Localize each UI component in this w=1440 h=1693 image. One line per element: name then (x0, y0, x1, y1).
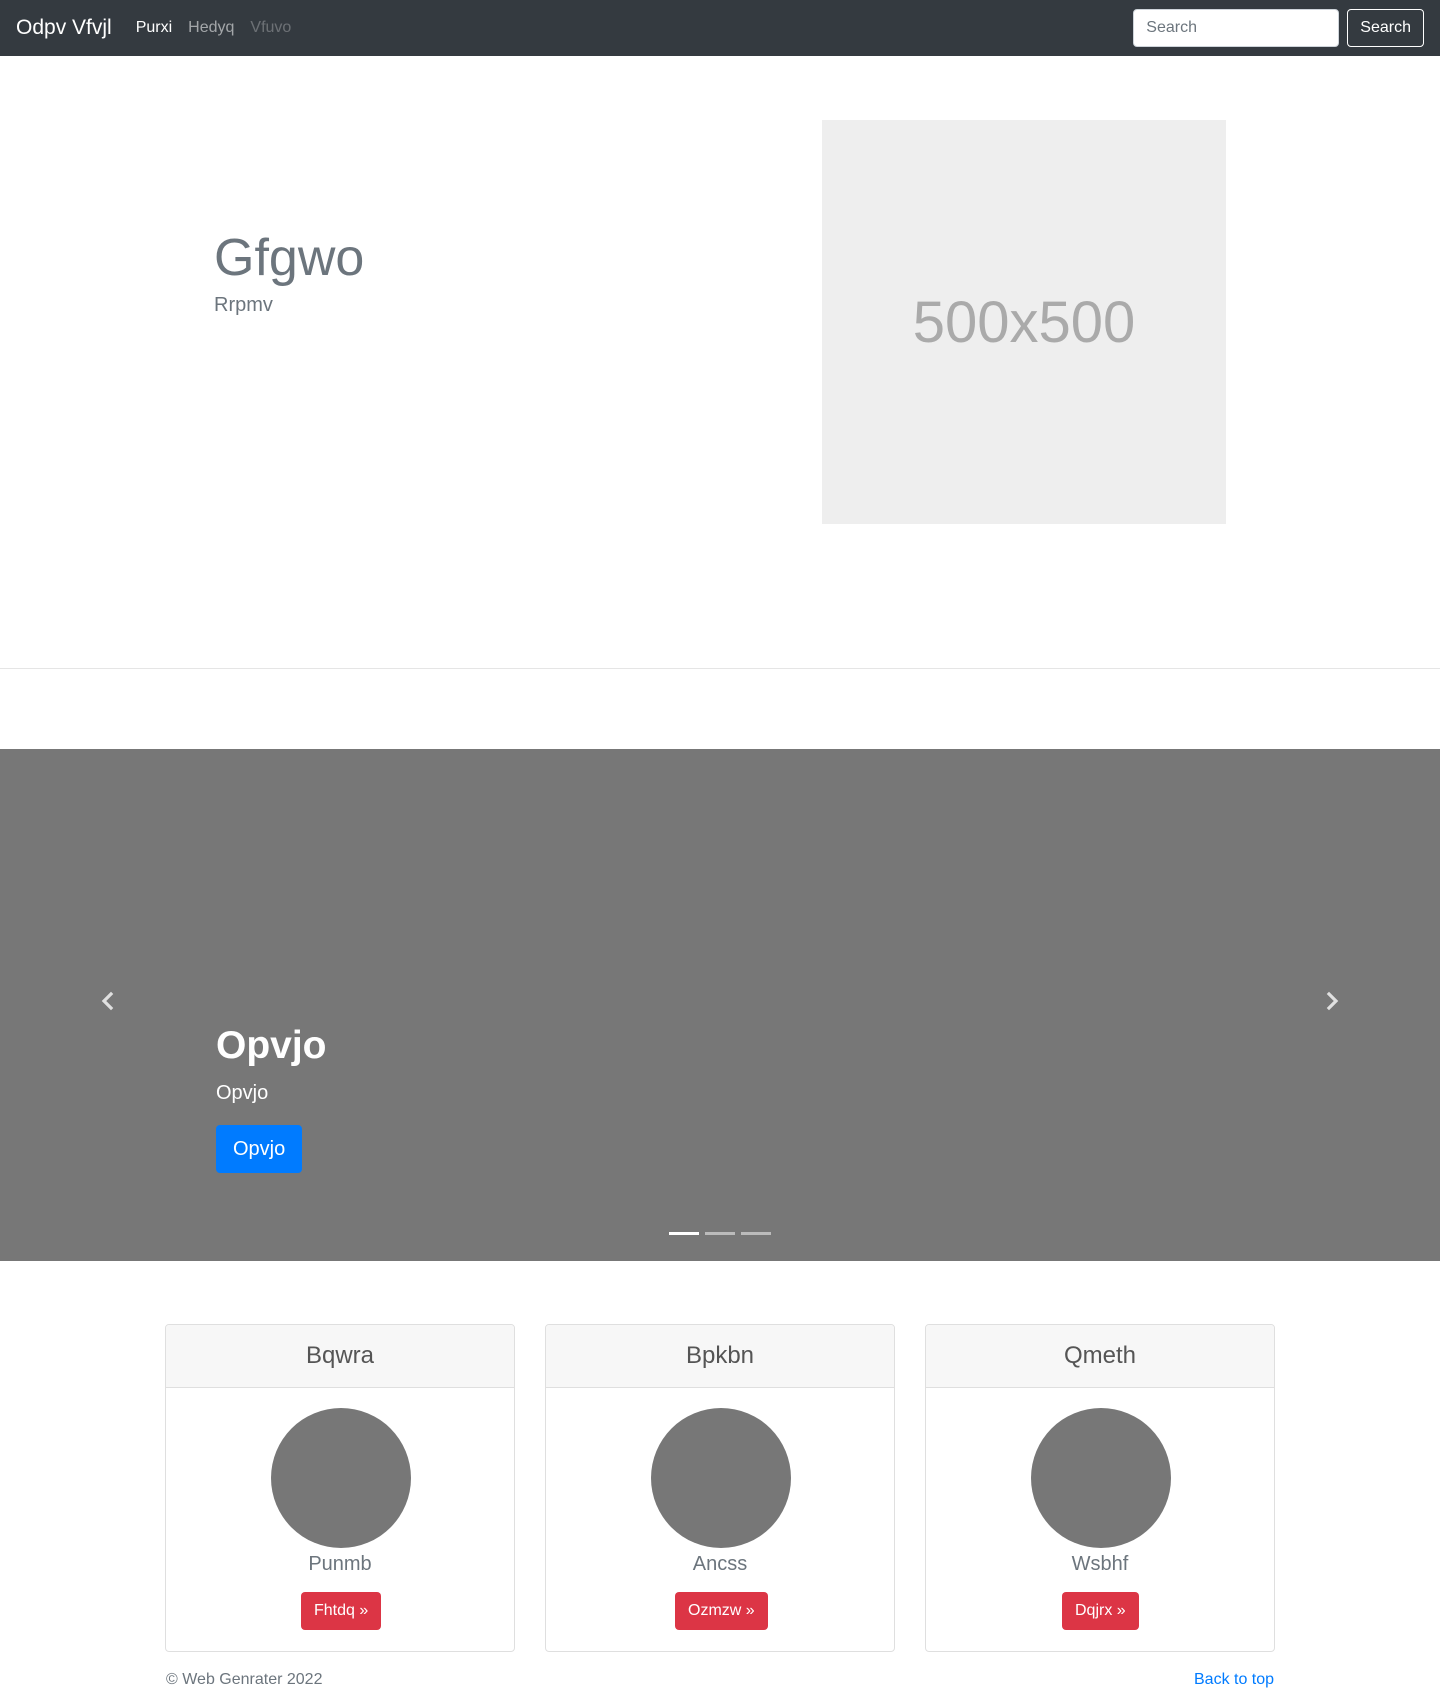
card-name: Wsbhf (1071, 1553, 1129, 1575)
profile-card: Qmeth Wsbhf Dqjrx » (925, 1324, 1275, 1652)
carousel-indicator[interactable] (669, 1232, 699, 1235)
card-title: Qmeth (1063, 1342, 1137, 1369)
card-header: Qmeth (926, 1325, 1274, 1388)
hero-title: Gfgwo (214, 229, 365, 287)
chevron-right-icon (1326, 991, 1339, 1011)
search-input[interactable] (1133, 9, 1340, 47)
profile-card: Bqwra Punmb Fhtdq » (165, 1324, 515, 1652)
chevron-left-icon (101, 991, 114, 1011)
carousel-indicator[interactable] (705, 1232, 735, 1235)
card-action-button[interactable]: Dqjrx » (1062, 1592, 1139, 1630)
avatar (271, 1408, 411, 1548)
footer-copyright: © Web Genrater 2022 (166, 1671, 323, 1688)
hero-placeholder-label: 500x500 (912, 289, 1136, 355)
carousel-next-button[interactable] (1320, 989, 1344, 1013)
carousel-prev-button[interactable] (96, 989, 120, 1013)
nav-link-hedyq[interactable]: Hedyq (188, 19, 234, 37)
carousel: Opvjo Opvjo Opvjo (0, 749, 1440, 1261)
back-to-top-link[interactable]: Back to top (1194, 1671, 1274, 1689)
card-title: Bpkbn (685, 1342, 755, 1369)
card-title: Bqwra (305, 1342, 375, 1369)
card-header: Bpkbn (546, 1325, 894, 1388)
card-action-button[interactable]: Ozmzw » (675, 1592, 768, 1630)
hero-subtitle: Rrpmv (214, 294, 273, 316)
search-button[interactable]: Search (1347, 9, 1424, 47)
profile-card: Bpkbn Ancss Ozmzw » (545, 1324, 895, 1652)
card-action-button[interactable]: Fhtdq » (301, 1592, 382, 1630)
carousel-cta-button[interactable]: Opvjo (216, 1125, 303, 1173)
nav-link-purxi[interactable]: Purxi (136, 19, 172, 37)
section-divider (0, 668, 1440, 669)
carousel-caption-subtitle: Opvjo (216, 1082, 269, 1104)
carousel-indicator[interactable] (741, 1232, 771, 1235)
card-header: Bqwra (166, 1325, 514, 1388)
carousel-indicators (669, 1232, 771, 1235)
card-name: Punmb (308, 1553, 372, 1575)
top-navbar: Odpv Vfvjl Purxi Hedyq Vfuvo Search (0, 0, 1440, 56)
carousel-caption-title: Opvjo (216, 1024, 327, 1067)
nav-link-vfuvo: Vfuvo (250, 19, 292, 36)
avatar (1031, 1408, 1171, 1548)
navbar-brand[interactable]: Odpv Vfvjl (16, 16, 112, 40)
avatar (651, 1408, 791, 1548)
card-name: Ancss (692, 1553, 748, 1575)
hero-image-placeholder: 500x500 (822, 120, 1226, 524)
